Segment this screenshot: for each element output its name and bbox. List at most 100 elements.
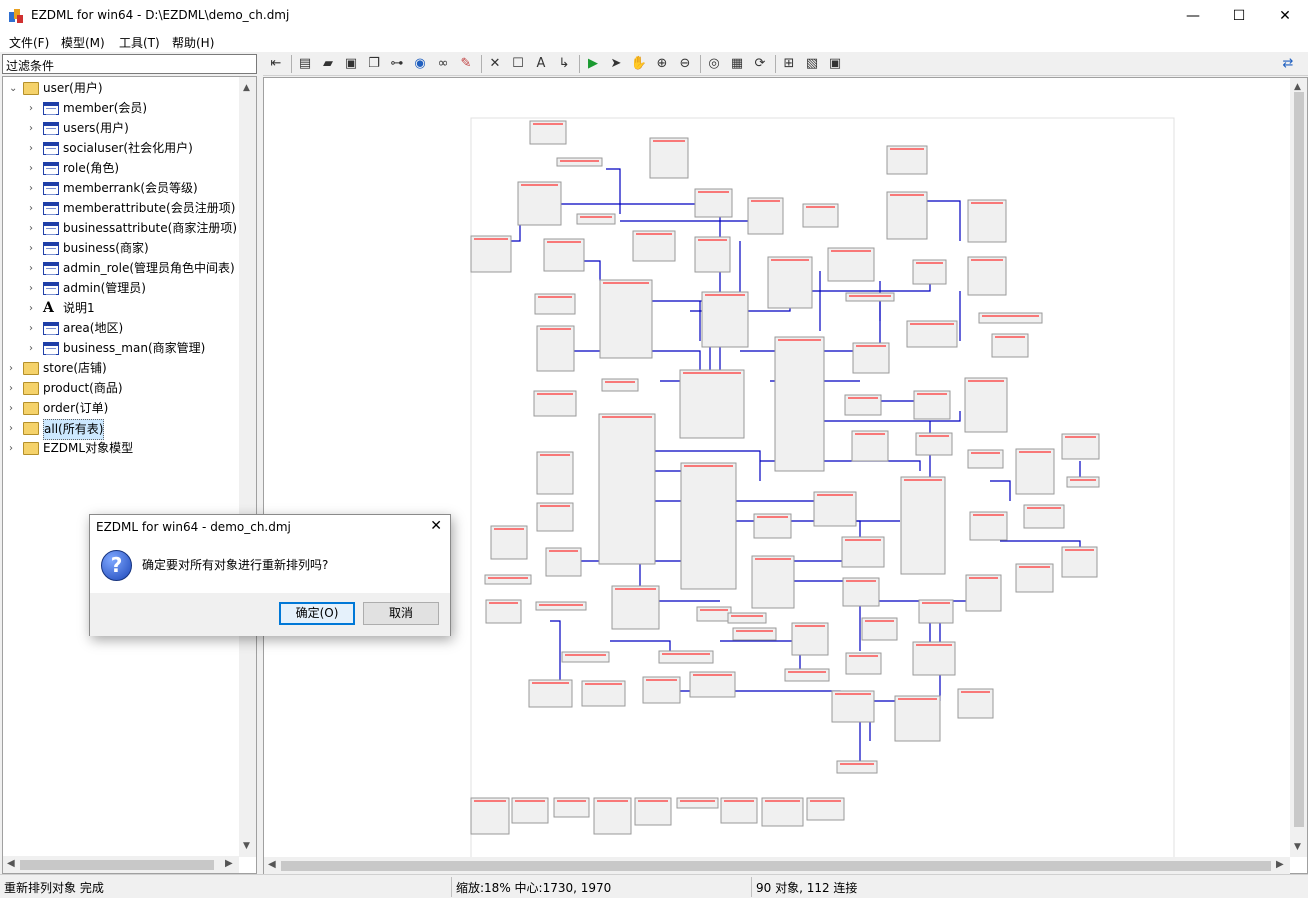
zoom-in-icon[interactable]: ⊕: [653, 55, 671, 73]
entity-box[interactable]: [533, 390, 577, 417]
scroll-left-icon[interactable]: ◀: [7, 858, 15, 869]
menu-tools[interactable]: 工具(T): [119, 34, 160, 51]
chevron-right-icon[interactable]: ›: [29, 219, 41, 238]
entity-box[interactable]: [969, 511, 1008, 541]
tree-folder-item[interactable]: › product(商品): [3, 379, 239, 398]
tree-table-item[interactable]: › users(用户): [3, 119, 239, 138]
globe-icon[interactable]: ◉: [411, 55, 429, 73]
cancel-button[interactable]: 取消: [363, 602, 439, 625]
entity-box[interactable]: [598, 413, 656, 565]
entity-box[interactable]: [784, 668, 830, 682]
entity-box[interactable]: [912, 259, 947, 285]
entity-box[interactable]: [827, 247, 875, 282]
model-tree[interactable]: ⌄ user(用户) › member(会员) › users(用户) › socialuse…: [2, 76, 257, 874]
entity-box[interactable]: [556, 157, 603, 167]
entity-box[interactable]: [886, 191, 928, 240]
save-icon[interactable]: ▣: [342, 55, 360, 73]
entity-box[interactable]: [1061, 546, 1098, 578]
fit-icon[interactable]: ▣: [826, 55, 844, 73]
entity-box[interactable]: [767, 256, 813, 309]
entity-box[interactable]: [978, 312, 1043, 324]
chevron-right-icon[interactable]: ›: [9, 419, 21, 438]
tree-table-item[interactable]: › business(商家): [3, 239, 239, 258]
tree-folder-item[interactable]: › EZDML对象模型: [3, 439, 239, 458]
chevron-right-icon[interactable]: ›: [29, 239, 41, 258]
chevron-right-icon[interactable]: ›: [29, 279, 41, 298]
tree-table-item[interactable]: › area(地区): [3, 319, 239, 338]
scroll-left-icon[interactable]: ◀: [268, 859, 276, 870]
scroll-thumb[interactable]: [1294, 92, 1304, 827]
binoculars-icon[interactable]: ∞: [434, 55, 452, 73]
entity-box[interactable]: [1015, 448, 1055, 495]
delete-icon[interactable]: ✕: [486, 55, 504, 73]
entity-box[interactable]: [679, 369, 745, 439]
switch-icon[interactable]: ⇄: [1279, 55, 1297, 73]
entity-box[interactable]: [561, 651, 610, 663]
text-icon[interactable]: A: [532, 55, 550, 73]
entity-box[interactable]: [1061, 433, 1100, 460]
filter-input[interactable]: 过滤条件: [2, 54, 257, 74]
entity-box[interactable]: [720, 797, 758, 824]
tree-table-item[interactable]: › businessattribute(商家注册项): [3, 219, 239, 238]
entity-box[interactable]: [536, 502, 574, 532]
menu-file[interactable]: 文件(F): [9, 34, 49, 51]
tree-table-item[interactable]: › admin(管理员): [3, 279, 239, 298]
entity-box[interactable]: [906, 320, 958, 348]
scroll-right-icon[interactable]: ▶: [225, 858, 233, 869]
chevron-right-icon[interactable]: ›: [29, 99, 41, 118]
entity-box[interactable]: [528, 679, 573, 708]
scroll-up-icon[interactable]: ▲: [243, 83, 250, 93]
entity-box[interactable]: [761, 797, 804, 827]
pencil-icon[interactable]: ✎: [457, 55, 475, 73]
entity-box[interactable]: [957, 688, 994, 719]
entity-box[interactable]: [696, 606, 732, 622]
entity-box[interactable]: [470, 235, 512, 273]
new-icon[interactable]: ▤: [296, 55, 314, 73]
chevron-right-icon[interactable]: ›: [29, 339, 41, 358]
scroll-thumb[interactable]: [281, 861, 1271, 871]
scroll-right-icon[interactable]: ▶: [1276, 859, 1284, 870]
entity-box[interactable]: [967, 256, 1007, 296]
menu-model[interactable]: 模型(M): [61, 34, 105, 51]
entity-box[interactable]: [694, 188, 733, 218]
tree-folder-item[interactable]: › store(店铺): [3, 359, 239, 378]
entity-box[interactable]: [676, 797, 719, 809]
chevron-down-icon[interactable]: ⌄: [9, 79, 21, 98]
entity-box[interactable]: [611, 585, 660, 630]
scroll-down-icon[interactable]: ▼: [1294, 842, 1301, 852]
entity-box[interactable]: [732, 627, 777, 641]
chevron-right-icon[interactable]: ›: [9, 379, 21, 398]
entity-box[interactable]: [913, 390, 951, 420]
tree-folder-item[interactable]: ⌄ user(用户): [3, 79, 239, 98]
tree-table-item[interactable]: › business_man(商家管理): [3, 339, 239, 358]
chevron-right-icon[interactable]: ›: [29, 199, 41, 218]
minimize-button[interactable]: —: [1170, 0, 1216, 32]
hand-icon[interactable]: ✋: [630, 55, 648, 73]
chevron-right-icon[interactable]: ›: [29, 139, 41, 158]
tree-folder-item[interactable]: › all(所有表): [3, 419, 239, 440]
chevron-right-icon[interactable]: ›: [9, 359, 21, 378]
entity-box[interactable]: [1066, 476, 1100, 488]
entity-box[interactable]: [701, 291, 749, 348]
entity-box[interactable]: [680, 462, 737, 590]
entity-box[interactable]: [851, 430, 889, 462]
entity-box[interactable]: [852, 342, 890, 374]
tree-horizontal-scrollbar[interactable]: ◀ ▶: [3, 856, 239, 873]
diagram-canvas[interactable]: ▲ ▼ ◀ ▶: [263, 77, 1308, 874]
tree-table-item[interactable]: › admin_role(管理员角色中间表): [3, 259, 239, 278]
entity-box[interactable]: [894, 695, 941, 742]
entity-box[interactable]: [543, 238, 585, 272]
entity-box[interactable]: [912, 641, 956, 676]
entity-box[interactable]: [747, 197, 784, 235]
chevron-right-icon[interactable]: ›: [29, 119, 41, 138]
entity-box[interactable]: [967, 199, 1007, 243]
tree-icon[interactable]: ⊶: [388, 55, 406, 73]
entity-box[interactable]: [689, 671, 736, 698]
entity-box[interactable]: [599, 279, 653, 359]
entity-box[interactable]: [632, 230, 676, 262]
run-icon[interactable]: ▶: [584, 55, 602, 73]
chevron-right-icon[interactable]: ›: [29, 179, 41, 198]
tree-table-item[interactable]: › A 说明1: [3, 299, 239, 318]
back-icon[interactable]: ⇤: [267, 55, 285, 73]
add-icon[interactable]: ⊞: [780, 55, 798, 73]
